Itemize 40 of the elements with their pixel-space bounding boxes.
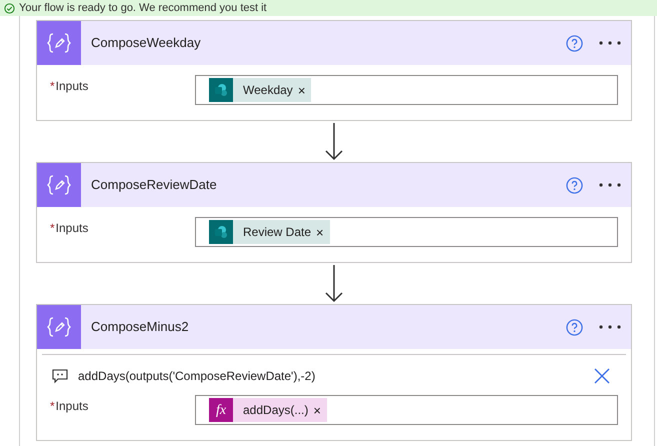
- help-icon[interactable]: [566, 318, 583, 336]
- function-icon: fx: [209, 398, 233, 422]
- required-asterisk: *: [50, 78, 55, 95]
- token-label: Review Date: [243, 224, 312, 241]
- required-asterisk: *: [50, 398, 55, 415]
- field-label: Inputs: [56, 398, 88, 415]
- more-options-icon[interactable]: [599, 325, 621, 329]
- input-field[interactable]: Review Date ×: [195, 217, 618, 247]
- banner-text: Your flow is ready to go. We recommend you test it: [19, 0, 267, 16]
- comment-icon: [52, 368, 68, 384]
- expression-text: addDays(outputs('ComposeReviewDate'),-2): [78, 368, 316, 385]
- more-options-icon[interactable]: [599, 41, 621, 45]
- token-label: Weekday: [243, 82, 293, 99]
- card-title: ComposeMinus2: [91, 318, 190, 336]
- required-asterisk: *: [50, 220, 55, 237]
- field-label: Inputs: [56, 78, 88, 95]
- card-header[interactable]: ComposeReviewDate: [37, 163, 631, 207]
- input-field[interactable]: Weekday ×: [195, 75, 618, 105]
- remove-token-button[interactable]: ×: [298, 84, 306, 96]
- input-field[interactable]: fx addDays(...) ×: [195, 395, 618, 425]
- token-chip[interactable]: Review Date ×: [209, 220, 330, 244]
- token-label: addDays(...): [243, 402, 308, 419]
- field-label: Inputs: [56, 220, 88, 237]
- sharepoint-icon: [209, 78, 233, 102]
- card-header[interactable]: ComposeWeekday: [37, 21, 631, 65]
- help-icon[interactable]: [566, 34, 583, 52]
- card-header[interactable]: ComposeMinus2: [37, 305, 631, 349]
- token-chip[interactable]: Weekday ×: [209, 78, 312, 102]
- card-title: ComposeReviewDate: [91, 176, 218, 194]
- sharepoint-icon: [209, 220, 233, 244]
- arrow-down-icon: [325, 122, 343, 160]
- check-circle-icon: [4, 2, 15, 14]
- card-title: ComposeWeekday: [91, 34, 202, 52]
- more-options-icon[interactable]: [599, 183, 621, 187]
- remove-token-button[interactable]: ×: [316, 226, 324, 238]
- arrow-down-icon: [325, 264, 343, 302]
- token-chip[interactable]: fx addDays(...) ×: [209, 398, 327, 422]
- close-icon[interactable]: [594, 368, 610, 384]
- help-icon[interactable]: [566, 176, 583, 194]
- remove-token-button[interactable]: ×: [313, 404, 321, 416]
